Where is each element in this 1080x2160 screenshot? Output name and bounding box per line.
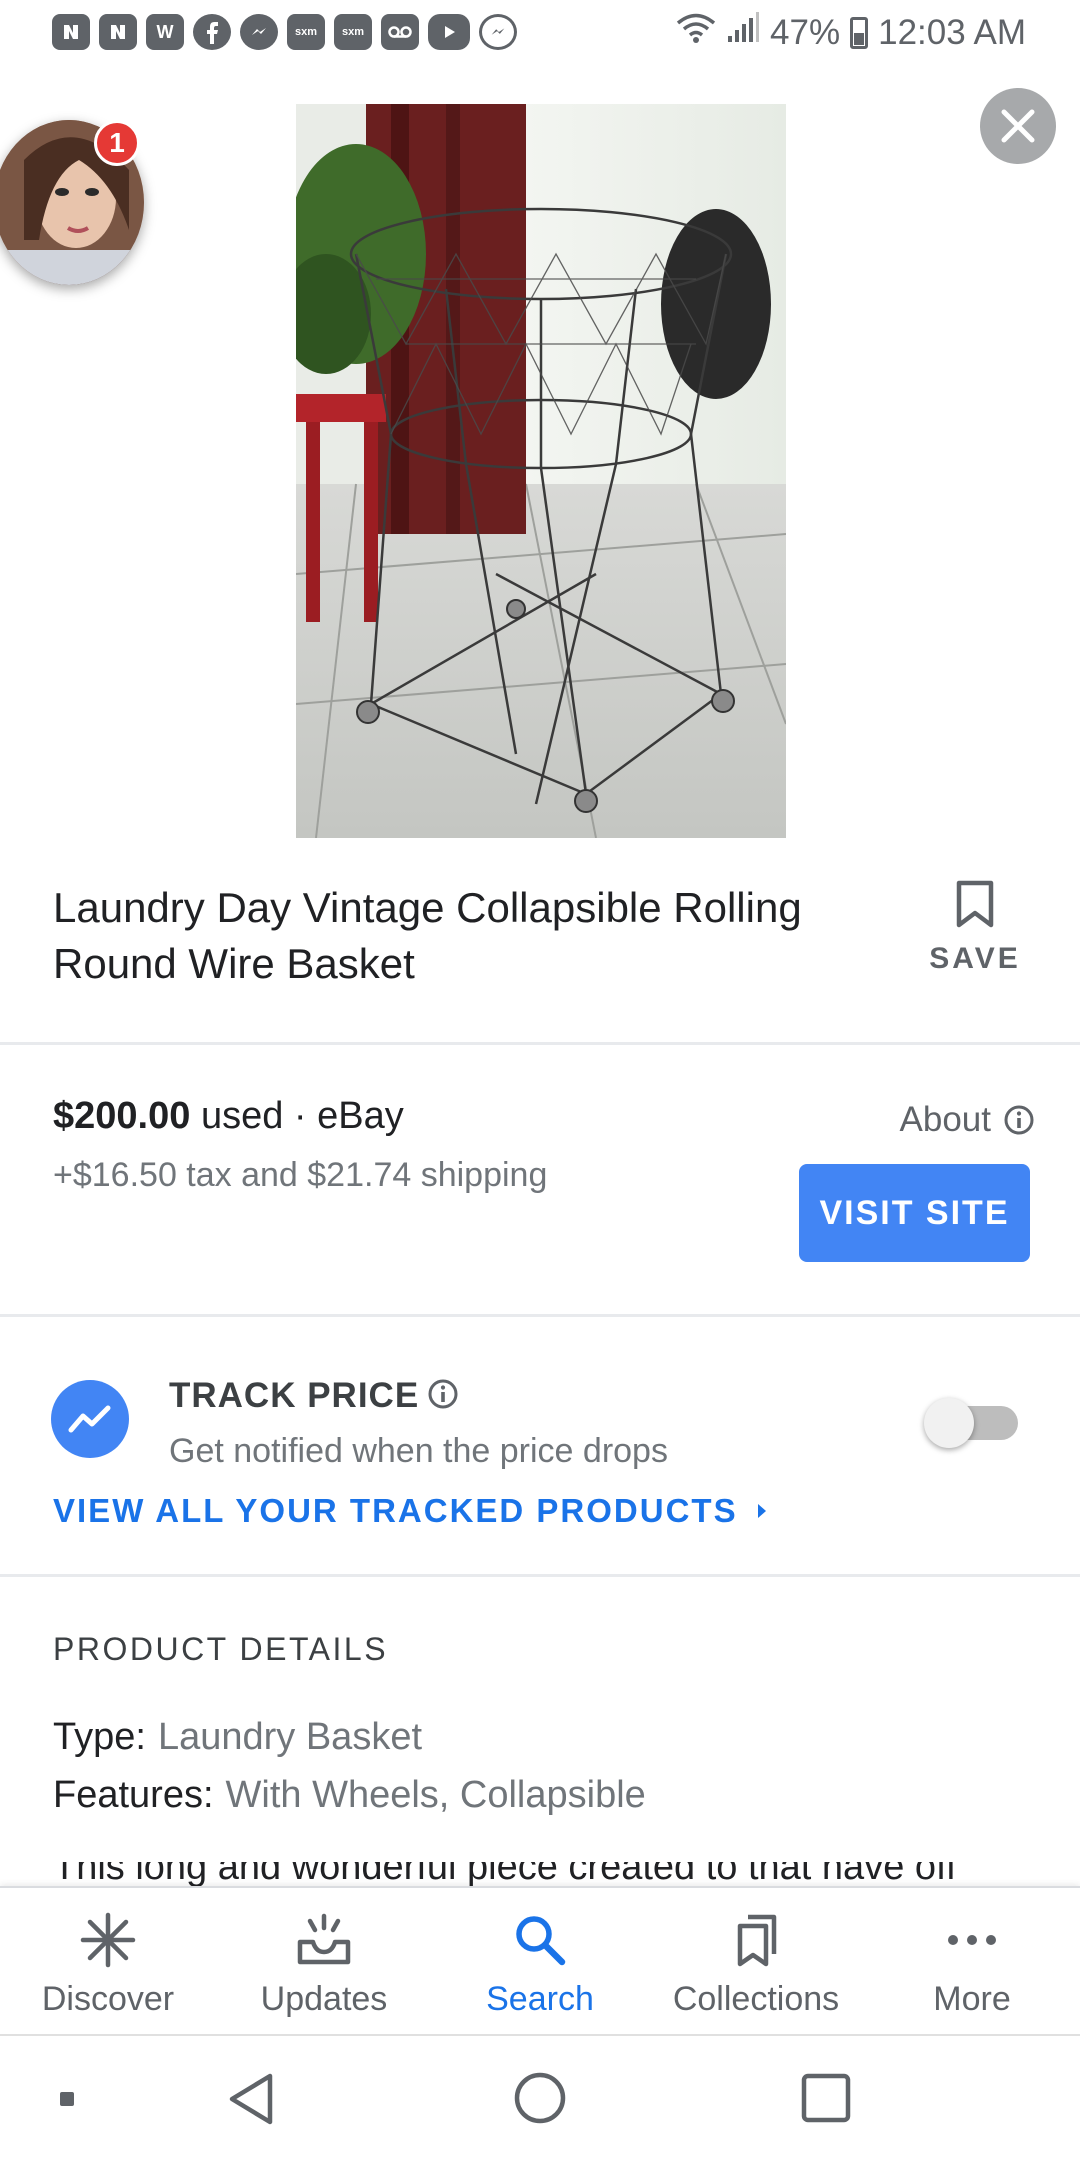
status-bar: W sxm sxm 47% 12:03 AM bbox=[0, 0, 1080, 66]
nav-label: Updates bbox=[260, 1980, 388, 2018]
detail-value: Laundry Basket bbox=[157, 1716, 423, 1758]
youtube-icon bbox=[428, 14, 470, 50]
nav-more[interactable]: More bbox=[864, 1888, 1080, 2034]
track-price-toggle[interactable] bbox=[924, 1398, 1018, 1448]
signal-icon bbox=[726, 12, 760, 53]
nav-updates[interactable]: Updates bbox=[216, 1888, 432, 2034]
messenger-chat-head[interactable]: 1 bbox=[0, 120, 144, 285]
about-label: About bbox=[899, 1100, 991, 1139]
visit-site-button[interactable]: VISIT SITE bbox=[799, 1164, 1030, 1262]
detail-row-type: Type: Laundry Basket bbox=[53, 1716, 422, 1759]
price-line: $200.00 used · eBay bbox=[53, 1095, 404, 1138]
clock: 12:03 AM bbox=[878, 12, 1026, 52]
facebook-icon bbox=[193, 14, 231, 50]
divider bbox=[0, 1574, 1080, 1577]
notification-badge: 1 bbox=[94, 120, 140, 166]
home-icon[interactable] bbox=[512, 2070, 568, 2131]
walmart-icon: W bbox=[146, 14, 184, 50]
messenger-icon bbox=[240, 14, 278, 50]
nfl-icon bbox=[52, 14, 90, 50]
nav-search[interactable]: Search bbox=[432, 1888, 648, 2034]
nfl-icon bbox=[99, 14, 137, 50]
dot-icon[interactable] bbox=[58, 2090, 76, 2113]
battery-percent: 47% bbox=[770, 12, 841, 52]
search-icon bbox=[516, 1916, 566, 1966]
price-trend-icon bbox=[51, 1380, 129, 1458]
asterisk-icon bbox=[80, 1912, 136, 1968]
track-price-subtitle: Get notified when the price drops bbox=[169, 1432, 668, 1470]
about-button[interactable]: About bbox=[900, 1100, 1035, 1140]
bookmarks-icon bbox=[737, 1914, 777, 1967]
notification-icons: W sxm sxm bbox=[52, 14, 517, 50]
close-icon bbox=[1001, 109, 1035, 143]
system-status: 47% 12:03 AM bbox=[676, 12, 1026, 53]
tax-shipping: +$16.50 tax and $21.74 shipping bbox=[53, 1156, 548, 1194]
view-tracked-products-link[interactable]: VIEW ALL YOUR TRACKED PRODUCTS bbox=[53, 1492, 768, 1530]
divider bbox=[0, 1042, 1080, 1045]
caret-right-icon bbox=[757, 1504, 766, 1518]
messenger-icon bbox=[479, 14, 517, 50]
battery-icon bbox=[850, 16, 869, 49]
nav-collections[interactable]: Collections bbox=[648, 1888, 864, 2034]
nav-label: Collections bbox=[672, 1980, 840, 2018]
bookmark-icon bbox=[956, 880, 994, 928]
close-button[interactable] bbox=[980, 88, 1056, 164]
nav-discover[interactable]: Discover bbox=[0, 1888, 216, 2034]
inbox-icon bbox=[297, 1913, 351, 1965]
more-dots-icon bbox=[948, 1935, 996, 1945]
sxm-icon: sxm bbox=[334, 14, 372, 50]
description-clipped: This long and wonderful piece created to… bbox=[53, 1862, 1033, 1886]
nav-label: Search bbox=[486, 1980, 594, 2018]
detail-row-features: Features: With Wheels, Collapsible bbox=[53, 1774, 646, 1817]
detail-value: With Wheels, Collapsible bbox=[225, 1774, 646, 1816]
product-title: Laundry Day Vintage Collapsible Rolling … bbox=[53, 884, 802, 987]
product-details-heading: PRODUCT DETAILS bbox=[53, 1631, 389, 1667]
back-icon[interactable] bbox=[226, 2072, 276, 2131]
description-text: This long and wonderful piece created to… bbox=[53, 1862, 957, 1886]
save-button[interactable]: SAVE bbox=[920, 880, 1030, 990]
recents-icon[interactable] bbox=[800, 2072, 852, 2129]
save-label: SAVE bbox=[929, 942, 1021, 975]
detail-key: Type: bbox=[53, 1716, 146, 1758]
sxm-icon: sxm bbox=[287, 14, 325, 50]
wifi-icon bbox=[676, 12, 716, 53]
divider bbox=[0, 1314, 1080, 1317]
track-price-title: TRACK PRICE bbox=[169, 1376, 420, 1415]
nav-label: More bbox=[933, 1980, 1011, 2018]
nav-label: Discover bbox=[41, 1980, 175, 2018]
bottom-navigation: Discover Updates Search Collections More bbox=[0, 1886, 1080, 2034]
voicemail-icon bbox=[381, 14, 419, 50]
condition-seller: used · eBay bbox=[200, 1095, 404, 1137]
tracked-link-label: VIEW ALL YOUR TRACKED PRODUCTS bbox=[53, 1492, 738, 1529]
product-image[interactable] bbox=[296, 104, 786, 838]
system-navigation-bar bbox=[0, 2034, 1080, 2160]
info-icon[interactable] bbox=[427, 1378, 459, 1415]
price: $200.00 bbox=[53, 1095, 191, 1137]
detail-key: Features: bbox=[53, 1774, 214, 1816]
toggle-knob bbox=[924, 1398, 974, 1448]
info-icon bbox=[1004, 1105, 1034, 1135]
